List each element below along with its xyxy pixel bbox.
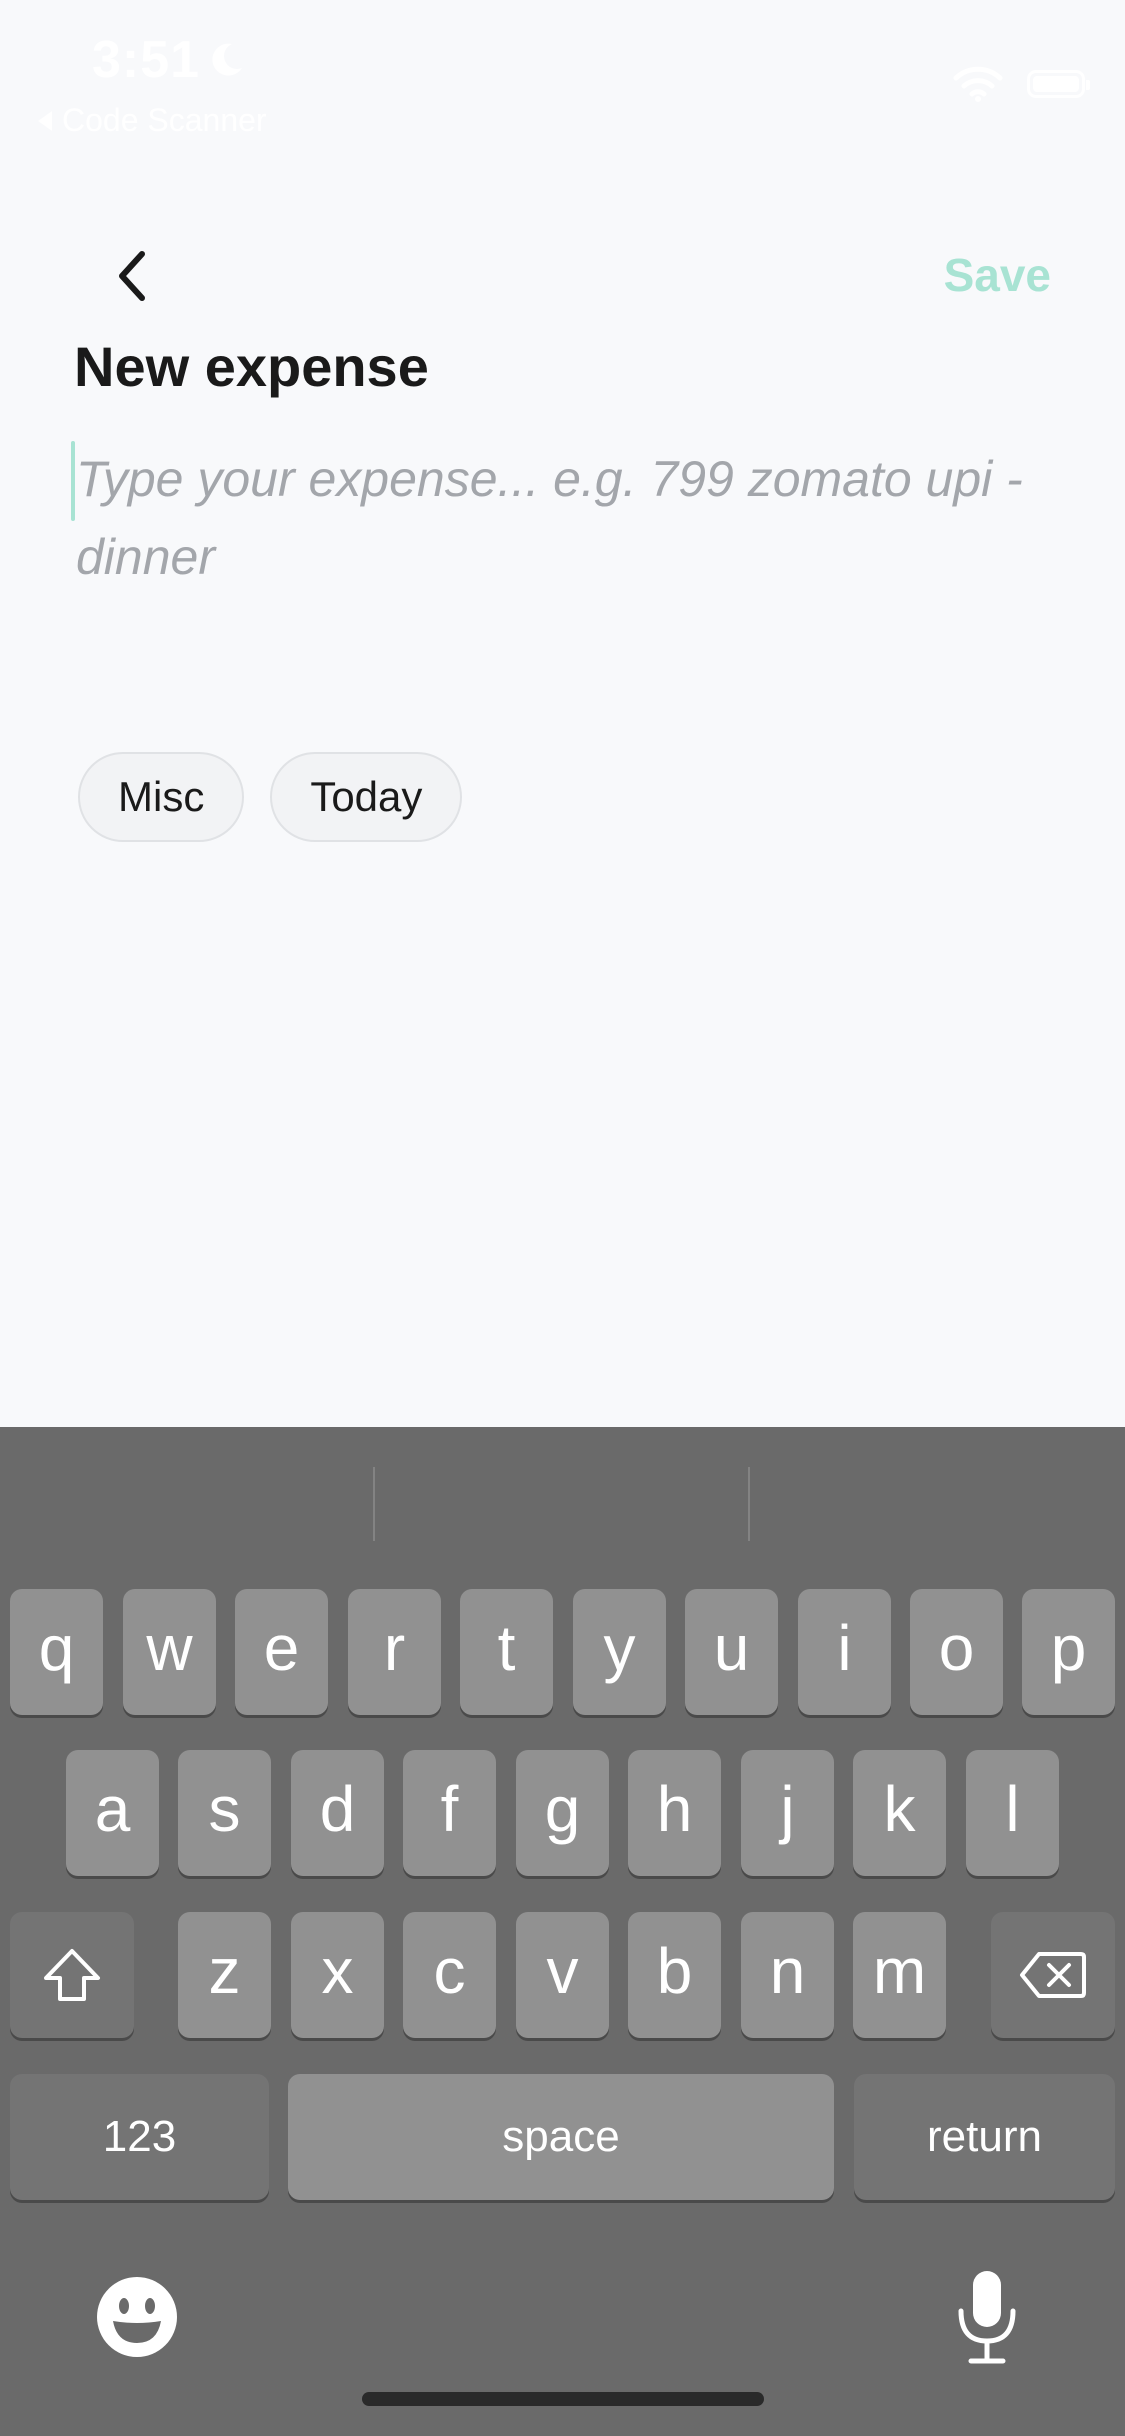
- back-to-app-link[interactable]: Code Scanner: [38, 102, 267, 139]
- key-b[interactable]: b: [628, 1912, 721, 2038]
- key-l[interactable]: l: [966, 1750, 1059, 1876]
- home-indicator: [362, 2392, 764, 2406]
- dictation-button[interactable]: [955, 2269, 1019, 2365]
- shift-key[interactable]: [10, 1912, 134, 2038]
- key-x[interactable]: x: [291, 1912, 384, 2038]
- back-triangle-icon: [38, 110, 52, 131]
- key-n[interactable]: n: [741, 1912, 834, 2038]
- key-k[interactable]: k: [853, 1750, 946, 1876]
- key-z[interactable]: z: [178, 1912, 271, 2038]
- return-key[interactable]: return: [854, 2074, 1115, 2200]
- save-button[interactable]: Save: [944, 248, 1051, 302]
- key-s[interactable]: s: [178, 1750, 271, 1876]
- keyboard: q w e r t y u i o p a s d f g h j k l z …: [0, 1427, 1125, 2436]
- emoji-button[interactable]: [95, 2275, 179, 2359]
- key-r[interactable]: r: [348, 1589, 441, 1715]
- page-title: New expense: [74, 335, 429, 398]
- moon-icon: [212, 43, 243, 76]
- delete-icon: [1020, 1952, 1086, 1998]
- key-u[interactable]: u: [685, 1589, 778, 1715]
- key-g[interactable]: g: [516, 1750, 609, 1876]
- date-chip[interactable]: Today: [270, 752, 463, 842]
- space-key[interactable]: space: [288, 2074, 834, 2200]
- key-o[interactable]: o: [910, 1589, 1003, 1715]
- expense-input[interactable]: [72, 440, 1036, 610]
- shift-icon: [44, 1949, 100, 2001]
- key-c[interactable]: c: [403, 1912, 496, 2038]
- back-button[interactable]: [100, 244, 164, 308]
- emoji-icon: [97, 2277, 177, 2357]
- key-t[interactable]: t: [460, 1589, 553, 1715]
- key-e[interactable]: e: [235, 1589, 328, 1715]
- key-d[interactable]: d: [291, 1750, 384, 1876]
- battery-icon: [1027, 70, 1090, 98]
- key-i[interactable]: i: [798, 1589, 891, 1715]
- numbers-key[interactable]: 123: [10, 2074, 269, 2200]
- key-f[interactable]: f: [403, 1750, 496, 1876]
- key-a[interactable]: a: [66, 1750, 159, 1876]
- expense-chips: Misc Today: [78, 752, 463, 842]
- key-y[interactable]: y: [573, 1589, 666, 1715]
- key-q[interactable]: q: [10, 1589, 103, 1715]
- status-time-text: 3:51: [92, 31, 201, 89]
- key-h[interactable]: h: [628, 1750, 721, 1876]
- key-p[interactable]: p: [1022, 1589, 1115, 1715]
- wifi-icon: [953, 66, 1003, 102]
- microphone-icon: [958, 2271, 1016, 2364]
- key-m[interactable]: m: [853, 1912, 946, 2038]
- key-w[interactable]: w: [123, 1589, 216, 1715]
- chevron-left-icon: [119, 251, 145, 301]
- status-time: 3:51: [92, 30, 246, 90]
- delete-key[interactable]: [991, 1912, 1115, 2038]
- suggestion-divider: [748, 1467, 750, 1541]
- category-chip[interactable]: Misc: [78, 752, 245, 842]
- status-indicators: [953, 66, 1090, 102]
- suggestion-divider: [373, 1467, 375, 1541]
- key-j[interactable]: j: [741, 1750, 834, 1876]
- key-v[interactable]: v: [516, 1912, 609, 2038]
- back-app-label: Code Scanner: [62, 102, 267, 138]
